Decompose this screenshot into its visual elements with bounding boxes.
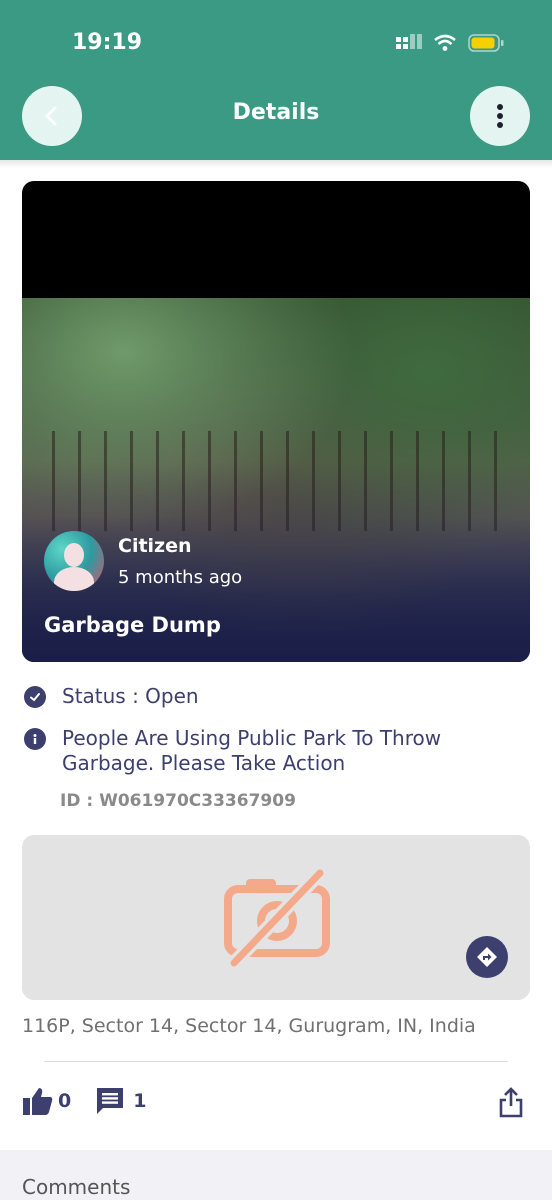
no-image-icon	[224, 868, 330, 968]
description-text: People Are Using Public Park To Throw Ga…	[62, 726, 442, 775]
description-row: People Are Using Public Park To Throw Ga…	[24, 726, 502, 776]
like-count: 0	[58, 1090, 72, 1112]
posted-time: 5 months ago	[118, 567, 243, 588]
signal-icon	[396, 34, 422, 49]
comment-count: 1	[133, 1090, 147, 1112]
wifi-icon	[434, 34, 456, 51]
comment-button[interactable]: 1	[95, 1086, 146, 1116]
more-options-button[interactable]	[470, 86, 530, 146]
share-button[interactable]	[498, 1086, 524, 1122]
avatar-head	[64, 543, 84, 567]
address-text: 116P, Sector 14, Sector 14, Gurugram, IN…	[22, 1015, 476, 1037]
report-title: Garbage Dump	[44, 613, 221, 637]
directions-icon	[477, 947, 497, 967]
map-preview[interactable]	[22, 835, 530, 1000]
status-time: 19:19	[72, 30, 143, 55]
more-vert-icon	[497, 104, 503, 128]
like-button[interactable]: 0	[22, 1086, 71, 1116]
status-text: Status : Open	[62, 684, 199, 708]
check-circle-icon	[24, 686, 46, 708]
report-id: ID : W061970C33367909	[60, 791, 296, 811]
info-icon	[24, 728, 46, 750]
comments-heading: Comments	[22, 1175, 131, 1199]
directions-button[interactable]	[466, 936, 508, 978]
app-header: 19:19 Details	[0, 0, 552, 160]
thumb-up-icon	[23, 1088, 53, 1115]
author-name: Citizen	[118, 535, 192, 557]
status-row: Status : Open	[24, 684, 502, 709]
share-icon	[499, 1087, 523, 1118]
report-image-card[interactable]: Citizen 5 months ago Garbage Dump	[22, 181, 530, 662]
avatar	[44, 531, 104, 591]
action-bar: 0 1	[22, 1086, 146, 1116]
comment-icon	[97, 1088, 124, 1114]
header-shadow	[0, 160, 552, 168]
battery-icon	[468, 34, 504, 52]
avatar-body	[54, 567, 94, 591]
divider	[44, 1061, 508, 1062]
status-icons	[396, 34, 504, 52]
